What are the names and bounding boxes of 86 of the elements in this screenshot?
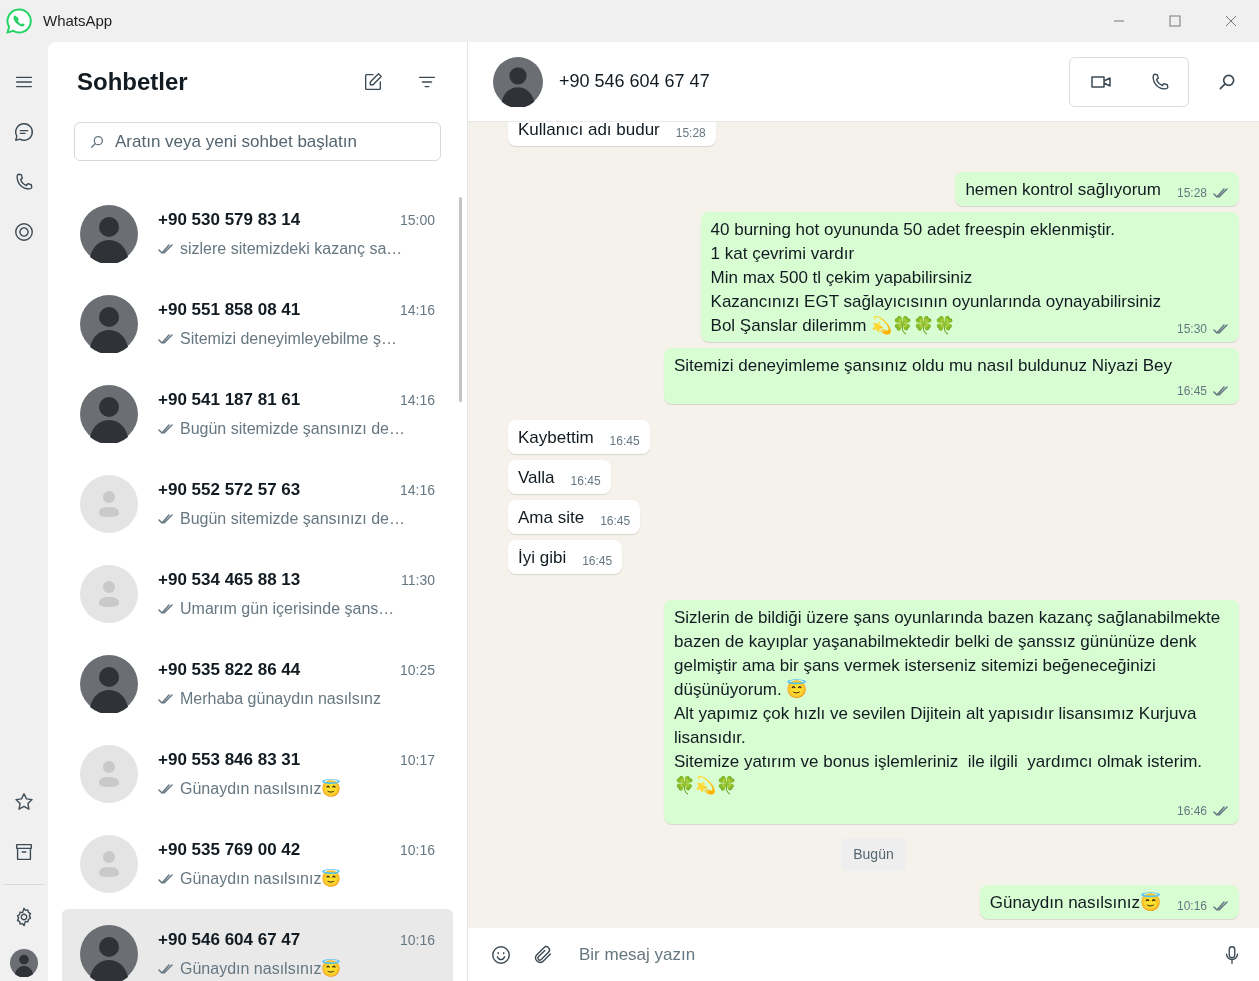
message-preview: Günaydın nasılsınız😇 (180, 778, 342, 799)
message-preview: Merhaba günaydın nasılsınz (180, 688, 381, 709)
double-check-icon (158, 783, 174, 794)
contact-name: +90 530 579 83 14 (158, 209, 301, 232)
double-check-icon (158, 963, 174, 974)
message-text: Sitemizi deneyimleme şansınız oldu mu nasıl buldunuz Niyazi Bey (674, 355, 1172, 377)
contact-name: +90 546 604 67 47 (158, 929, 301, 952)
contact-name: +90 534 465 88 13 (158, 569, 301, 592)
message-text: Kaybettim (518, 427, 594, 449)
message-text: hemen kontrol sağlıyorum (965, 179, 1161, 201)
chat-list-item[interactable]: +90 534 465 88 13 11:30 Umarım gün içerisinde şans… (62, 549, 453, 639)
contact-name: +90 553 846 83 31 (158, 749, 301, 772)
double-check-icon (158, 693, 174, 704)
search-field[interactable]: Aratın veya yeni sohbet başlatın (74, 122, 441, 161)
chat-time: 14:16 (399, 481, 435, 501)
chat-time: 14:16 (399, 391, 435, 411)
message-time: 15:28 (1176, 185, 1207, 202)
message-text: Ama site (518, 507, 585, 529)
message-time: 16:46 (1176, 803, 1207, 820)
contact-name: +90 535 769 00 42 (158, 839, 301, 862)
chat-time: 10:17 (399, 751, 435, 771)
chat-time: 10:25 (399, 661, 435, 681)
message-time: 10:16 (1176, 898, 1207, 915)
message-text: Günaydın nasılsınız😇 (989, 891, 1161, 914)
chat-list-item[interactable]: +90 535 822 86 44 10:25 Merhaba günaydın nasılsınz (62, 639, 453, 729)
message-text: Valla (518, 467, 555, 489)
logo-icon (6, 8, 32, 34)
chat-time: 14:16 (399, 301, 435, 321)
double-check-icon (158, 423, 174, 434)
message-preview: Bugün sitemizde şansınızı de… (180, 418, 405, 439)
double-check-icon (1213, 806, 1229, 816)
contact-name: +90 541 187 81 61 (158, 389, 301, 412)
chat-list-item[interactable]: +90 541 187 81 61 14:16 Bugün sitemizde şansınızı de… (62, 369, 453, 459)
emoji-icon[interactable] (490, 943, 512, 966)
search-input[interactable]: Aratın veya yeni sohbet başlatın (115, 128, 426, 155)
message-preview: Sitemizi deneyimleyebilme ş… (180, 328, 397, 349)
message-text: İyi gibi (518, 547, 567, 569)
contact-name: +90 546 604 67 47 (559, 70, 710, 93)
message-time: 16:45 (570, 473, 601, 490)
avatar (493, 56, 543, 107)
chat-time: 15:00 (399, 211, 435, 231)
double-check-icon (158, 513, 174, 524)
date-chip: Bugün (841, 838, 906, 871)
message-time: 16:45 (1176, 383, 1207, 400)
panel-title: Sohbetler (77, 67, 188, 97)
message-text: Sizlerin de bildiği üzere şans oyunlarında bazen kazanç sağlanabilmekte bazen de kayıplar yaşanabilmektedir belki de şanssız gününüze denk gelmiştir ama bir şans vermek isterseniz sitemizi beğeneceğinizi düşünüyorum. 😇 Alt yapımız çok hızlı ve sevilen Dijitein alt yapısıdır lisansımız Kurjuva lisansıdır. Sitemize yatırım ve bonus işlemleriniz ile ilgili yardımcı olmak isterim. 🍀💫🍀 (674, 607, 1222, 797)
double-check-icon (158, 603, 174, 614)
message-input[interactable]: Bir mesaj yazın (579, 941, 1201, 968)
message-time: 16:45 (600, 513, 631, 530)
attach-icon[interactable] (532, 943, 554, 966)
double-check-icon (158, 333, 174, 344)
double-check-icon (1213, 324, 1229, 334)
chat-list-item[interactable]: +90 553 846 83 31 10:17 Günaydın nasılsınız😇 (62, 729, 453, 819)
chat-time: 10:16 (399, 841, 435, 861)
chat-time: 11:30 (401, 571, 435, 591)
message-time: 15:30 (1176, 321, 1207, 338)
message-text: Kullanıcı adı budur (518, 122, 660, 141)
chat-time: 10:16 (399, 931, 435, 951)
contact-name: +90 551 858 08 41 (158, 299, 301, 322)
double-check-icon (158, 873, 174, 884)
double-check-icon (1213, 901, 1229, 911)
double-check-icon (1213, 386, 1229, 396)
contact-name: +90 535 822 86 44 (158, 659, 301, 682)
double-check-icon (158, 243, 174, 254)
message-time: 16:45 (582, 553, 613, 570)
chat-list-item[interactable]: +90 551 858 08 41 14:16 Sitemizi deneyimleyebilme ş… (62, 279, 453, 369)
message-time: 16:45 (609, 433, 640, 450)
message-preview: sizlere sitemizdeki kazanç sa… (180, 238, 403, 259)
double-check-icon (1213, 188, 1229, 198)
contact-name: +90 552 572 57 63 (158, 479, 301, 502)
message-time: 15:28 (675, 125, 706, 142)
avatar (10, 949, 38, 977)
chat-list-item[interactable]: +90 552 572 57 63 14:16 Bugün sitemizde şansınızı de… (62, 459, 453, 549)
message-text: 40 burning hot oyununda 50 adet freespin eklenmiştir. 1 kat çevrimi vardır Min max 500 tl çekim yapabilirsiniz Kazancınızı EGT sağlayıcısının oyunlarında oynayabilirsiniz Bol Şanslar dilerimm 💫🍀🍀🍀 (710, 219, 1161, 337)
search-icon (89, 133, 105, 150)
message-preview: Umarım gün içerisinde şans… (180, 598, 395, 619)
window-title: WhatsApp (43, 10, 113, 31)
maximize-icon (1169, 15, 1181, 27)
chat-list-item[interactable]: +90 535 769 00 42 10:16 Günaydın nasılsınız😇 (62, 819, 453, 909)
message-preview: Günaydın nasılsınız😇 (180, 868, 342, 889)
chat-list-item[interactable]: +90 530 579 83 14 15:00 sizlere sitemizdeki kazanç sa… (62, 189, 453, 279)
close-icon (1225, 15, 1237, 27)
message-composer[interactable]: Bir mesaj yazın (468, 928, 1259, 981)
message-preview: Bugün sitemizde şansınızı de… (180, 508, 405, 529)
message-preview: Günaydın nasılsınız😇 (180, 958, 342, 979)
chat-list-item[interactable]: +90 546 604 67 47 10:16 Günaydın nasılsınız😇 (62, 909, 453, 981)
